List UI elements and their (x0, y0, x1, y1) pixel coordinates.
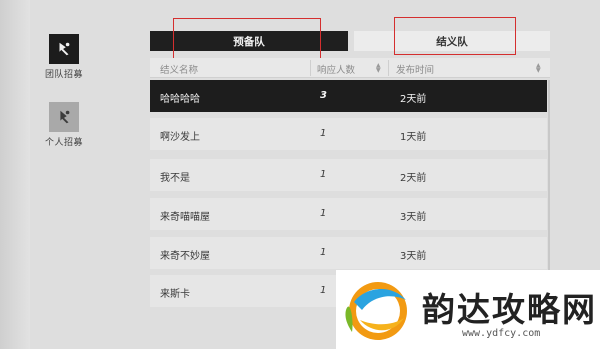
table-row[interactable]: 啊沙发上 1 1天前 (150, 118, 547, 150)
column-header-name: 结义名称 (160, 65, 199, 76)
team-name: 哈哈哈哈 (160, 94, 200, 105)
post-time: 3天前 (400, 251, 427, 262)
sort-icon[interactable]: ▲ ▼ (376, 63, 384, 74)
team-name: 来斯卡 (160, 289, 190, 300)
header-divider (310, 60, 311, 76)
post-time: 1天前 (400, 132, 427, 143)
tab-bar: 预备队 结义队 (150, 17, 550, 59)
list-scrollbar[interactable] (548, 80, 550, 270)
table-row[interactable]: 来奇喵喵屋 1 3天前 (150, 198, 547, 230)
sidebar-item-personal-recruit[interactable]: 个人招募 (36, 102, 92, 148)
post-time: 3天前 (400, 212, 427, 223)
tab-reserve-team[interactable]: 预备队 (150, 31, 348, 51)
table-row[interactable]: 哈哈哈哈 3 2天前 (150, 80, 547, 112)
watermark-url: www.ydfcy.com (462, 328, 541, 339)
watermark-title: 韵达攻略网 (422, 290, 597, 329)
column-header-time[interactable]: 发布时间 (396, 62, 434, 76)
post-time: 2天前 (400, 94, 427, 105)
tab-sworn-team[interactable]: 结义队 (354, 31, 550, 51)
watermark-logo: 韵达攻略网 www.ydfcy.com (336, 270, 600, 349)
header-divider (388, 60, 389, 76)
sidebar-item-label: 个人招募 (44, 138, 83, 148)
team-name: 啊沙发上 (160, 132, 200, 143)
table-row[interactable]: 来奇不妙屋 1 3天前 (150, 237, 547, 269)
team-name: 来奇喵喵屋 (160, 212, 210, 223)
response-count: 1 (320, 285, 327, 296)
response-count: 1 (320, 128, 327, 139)
team-name: 我不是 (160, 173, 190, 184)
response-count: 1 (320, 208, 327, 219)
response-count: 3 (320, 90, 327, 101)
sort-icon[interactable]: ▲ ▼ (536, 63, 544, 74)
column-header-count[interactable]: 响应人数 (317, 62, 355, 76)
response-count: 1 (320, 169, 327, 180)
table-header: 结义名称 响应人数 ▲ ▼ 发布时间 ▲ ▼ (150, 58, 550, 78)
sidebar-item-label: 团队招募 (44, 70, 83, 80)
team-recruit-icon (49, 34, 79, 64)
personal-recruit-icon (49, 102, 79, 132)
background-edge (0, 0, 30, 349)
team-name: 来奇不妙屋 (160, 251, 210, 262)
watermark-bird-icon (345, 282, 407, 340)
recruit-sidebar: 团队招募 个人招募 (36, 34, 92, 148)
recruit-panel: 预备队 结义队 结义名称 响应人数 ▲ ▼ 发布时间 ▲ ▼ 哈哈哈哈 3 2天前 … (150, 17, 550, 307)
sidebar-item-team-recruit[interactable]: 团队招募 (36, 34, 92, 80)
post-time: 2天前 (400, 173, 427, 184)
response-count: 1 (320, 247, 327, 258)
table-row[interactable]: 我不是 1 2天前 (150, 159, 547, 191)
